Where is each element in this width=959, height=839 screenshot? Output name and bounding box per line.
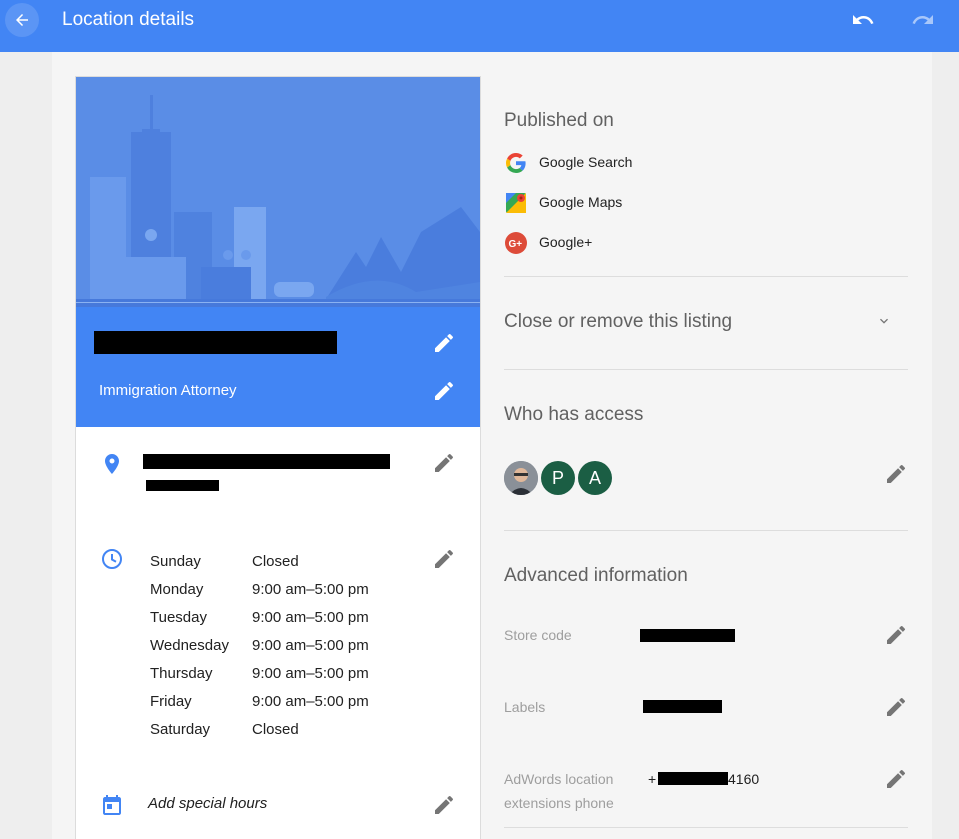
edit-phone-button[interactable] — [884, 767, 908, 791]
hours-time: 9:00 am–5:00 pm — [252, 609, 369, 626]
hours-day: Thursday — [150, 665, 213, 682]
back-button[interactable] — [5, 3, 39, 37]
published-on-heading: Published on — [504, 110, 614, 131]
redacted-address-line1 — [143, 454, 390, 469]
add-special-hours-link[interactable]: Add special hours — [148, 795, 267, 812]
hours-row: Wednesday 9:00 am–5:00 pm — [150, 635, 410, 663]
who-has-access-heading: Who has access — [504, 404, 644, 425]
adwords-phone-label-line2: extensions phone — [504, 795, 614, 811]
hours-time: 9:00 am–5:00 pm — [252, 665, 369, 682]
undo-icon — [853, 15, 874, 24]
google-g-icon — [506, 152, 526, 173]
pencil-icon — [435, 381, 454, 400]
published-item-google-plus: G+ Google+ — [504, 231, 704, 255]
avatar-a[interactable]: A — [578, 461, 612, 495]
hours-day: Sunday — [150, 553, 201, 570]
store-code-label: Store code — [504, 627, 572, 643]
hours-row: Sunday Closed — [150, 551, 410, 579]
hours-row: Monday 9:00 am–5:00 pm — [150, 579, 410, 607]
divider — [504, 369, 908, 370]
published-item-label: Google Search — [539, 154, 633, 170]
app-bar: Location details — [0, 0, 959, 52]
hours-day: Friday — [150, 693, 192, 710]
pencil-icon — [435, 333, 454, 352]
city-illustration — [76, 77, 480, 307]
calendar-icon — [100, 793, 124, 822]
hours-row: Saturday Closed — [150, 719, 410, 747]
published-item-google-maps: Google Maps — [504, 191, 704, 215]
hours-day: Tuesday — [150, 609, 207, 626]
published-item-label: Google Maps — [539, 194, 623, 210]
edit-store-code-button[interactable] — [884, 623, 908, 647]
adwords-phone-label-line1: AdWords location — [504, 771, 614, 787]
business-card: Immigration Attorney Sunday Closed Monday… — [75, 76, 481, 839]
avatar-user-photo[interactable] — [504, 461, 538, 495]
hours-time: 9:00 am–5:00 pm — [252, 637, 369, 654]
hours-list: Sunday Closed Monday 9:00 am–5:00 pm Tuesd… — [150, 551, 410, 747]
published-item-label: Google+ — [539, 234, 593, 250]
divider — [504, 827, 908, 828]
labels-label: Labels — [504, 699, 546, 715]
edit-name-button[interactable] — [432, 331, 456, 355]
close-listing-heading[interactable]: Close or remove this listing — [504, 311, 732, 333]
phone-suffix: 4160 — [728, 771, 760, 787]
redacted-phone-digits — [658, 772, 728, 785]
google-plus-icon: G+ — [505, 232, 527, 254]
edit-category-button[interactable] — [432, 379, 456, 403]
hours-day: Monday — [150, 581, 204, 598]
phone-prefix: + — [648, 771, 657, 787]
published-item-google-search: Google Search — [504, 151, 704, 175]
redo-button[interactable] — [910, 8, 940, 32]
redacted-address-line2 — [146, 480, 219, 491]
redacted-business-name — [94, 331, 337, 354]
avatar-p[interactable]: P — [541, 461, 575, 495]
hours-time: Closed — [252, 721, 299, 738]
expand-close-listing-button[interactable] — [876, 313, 892, 334]
svg-text:G+: G+ — [509, 239, 523, 250]
hours-row: Friday 9:00 am–5:00 pm — [150, 691, 410, 719]
advanced-information-heading: Advanced information — [504, 565, 688, 586]
redo-icon — [912, 15, 933, 24]
redacted-labels — [643, 700, 722, 713]
hours-day: Wednesday — [150, 637, 229, 654]
name-section — [76, 307, 480, 427]
pencil-icon — [435, 795, 454, 814]
pencil-icon — [887, 625, 906, 644]
edit-access-button[interactable] — [884, 462, 908, 486]
pencil-icon — [435, 549, 454, 568]
pencil-icon — [887, 769, 906, 788]
pencil-icon — [435, 453, 454, 472]
hours-row: Thursday 9:00 am–5:00 pm — [150, 663, 410, 691]
chevron-down-icon — [880, 318, 888, 324]
business-category: Immigration Attorney — [99, 382, 237, 399]
edit-special-hours-button[interactable] — [432, 793, 456, 817]
clock-icon — [100, 547, 124, 576]
pencil-icon — [887, 697, 906, 716]
hours-time: Closed — [252, 553, 299, 570]
edit-hours-button[interactable] — [432, 547, 456, 571]
page-title: Location details — [62, 9, 195, 30]
hours-time: 9:00 am–5:00 pm — [252, 693, 369, 710]
hours-day: Saturday — [150, 721, 211, 738]
redacted-store-code — [640, 629, 735, 642]
location-pin-icon — [100, 452, 124, 481]
edit-address-button[interactable] — [432, 451, 456, 475]
google-maps-icon — [506, 193, 526, 213]
divider — [504, 276, 908, 277]
edit-labels-button[interactable] — [884, 695, 908, 719]
divider — [504, 530, 908, 531]
hours-time: 9:00 am–5:00 pm — [252, 581, 369, 598]
right-column: Published on Google Search Google Maps G… — [504, 52, 908, 839]
pencil-icon — [887, 464, 906, 483]
arrow-back-icon — [16, 14, 28, 26]
hours-row: Tuesday 9:00 am–5:00 pm — [150, 607, 410, 635]
undo-button[interactable] — [850, 8, 880, 32]
